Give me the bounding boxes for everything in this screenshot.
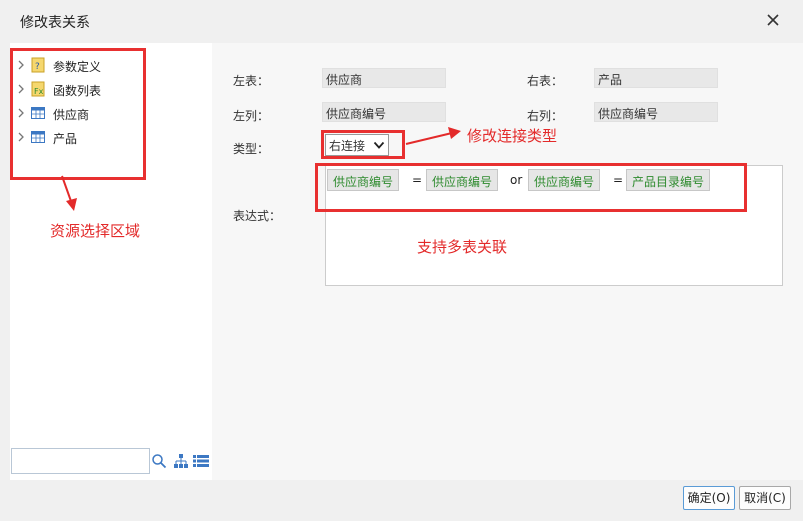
dialog-titlebar: 修改表关系 bbox=[0, 0, 803, 43]
chevron-right-icon[interactable] bbox=[16, 84, 26, 94]
expression-operator: = bbox=[412, 173, 423, 187]
tree-item-label: 函数列表 bbox=[53, 84, 102, 98]
svg-text:Fx: Fx bbox=[34, 87, 44, 96]
tree-item-label: 产品 bbox=[53, 132, 78, 146]
join-type-label: 类型： bbox=[233, 142, 270, 156]
join-type-value: 右连接 bbox=[329, 139, 366, 153]
left-column-field: 供应商编号 bbox=[322, 102, 446, 122]
expression-chip[interactable]: 供应商编号 bbox=[327, 169, 400, 191]
svg-text:?: ? bbox=[35, 62, 40, 72]
join-type-annotation: 修改连接类型 bbox=[467, 127, 558, 145]
tree-item-product[interactable]: 产品 bbox=[10, 127, 150, 147]
right-table-field: 产品 bbox=[594, 68, 718, 88]
table-icon bbox=[31, 131, 45, 143]
tree-item-parameters[interactable]: ? 参数定义 bbox=[10, 55, 150, 75]
resource-area-annotation: 资源选择区域 bbox=[50, 222, 141, 240]
chevron-down-icon bbox=[373, 141, 385, 149]
resource-search-input[interactable] bbox=[11, 448, 150, 474]
expression-operator: = bbox=[613, 173, 624, 187]
chevron-right-icon[interactable] bbox=[16, 108, 26, 118]
parameter-icon: ? bbox=[31, 57, 45, 73]
left-table-label: 左表： bbox=[233, 74, 270, 88]
join-type-select[interactable]: 右连接 bbox=[325, 134, 389, 156]
expression-chip[interactable]: 供应商编号 bbox=[528, 169, 601, 191]
ok-button[interactable]: 确定(O) bbox=[683, 486, 735, 510]
expression-label: 表达式： bbox=[233, 209, 282, 223]
left-column-label: 左列： bbox=[233, 109, 270, 123]
tree-item-functions[interactable]: Fx 函数列表 bbox=[10, 79, 150, 99]
chevron-right-icon[interactable] bbox=[16, 60, 26, 70]
list-view-icon[interactable] bbox=[193, 454, 209, 468]
chevron-right-icon[interactable] bbox=[16, 132, 26, 142]
expression-operator: or bbox=[510, 173, 523, 187]
tree-item-label: 供应商 bbox=[53, 108, 90, 122]
multi-table-annotation: 支持多表关联 bbox=[417, 238, 508, 256]
search-icon[interactable] bbox=[151, 453, 167, 469]
left-table-field: 供应商 bbox=[322, 68, 446, 88]
tree-item-label: 参数定义 bbox=[53, 60, 102, 74]
expression-chip[interactable]: 产品目录编号 bbox=[626, 169, 711, 191]
table-icon bbox=[31, 107, 45, 119]
tree-structure-icon[interactable] bbox=[173, 453, 189, 469]
dialog-title: 修改表关系 bbox=[20, 15, 90, 31]
function-icon: Fx bbox=[31, 81, 45, 97]
expression-chip[interactable]: 供应商编号 bbox=[426, 169, 499, 191]
right-table-label: 右表： bbox=[527, 74, 564, 88]
right-column-label: 右列： bbox=[527, 109, 564, 123]
cancel-button[interactable]: 取消(C) bbox=[739, 486, 791, 510]
right-column-field: 供应商编号 bbox=[594, 102, 718, 122]
resource-panel: ? 参数定义 Fx 函数列表 供应商 产品 bbox=[10, 43, 212, 480]
tree-item-supplier[interactable]: 供应商 bbox=[10, 103, 150, 123]
close-icon[interactable] bbox=[765, 12, 781, 28]
